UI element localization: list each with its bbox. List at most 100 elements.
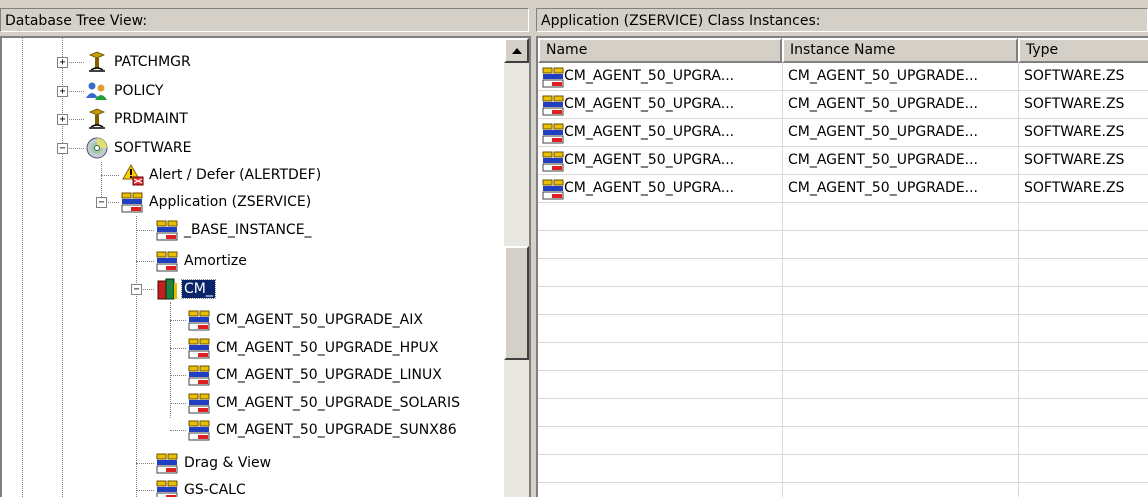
list-row[interactable]: CM_AGENT_50_UPGRA... CM_AGENT_50_UPGRADE… (538, 63, 1148, 91)
expand-prdmaint[interactable]: + (57, 114, 68, 125)
list-row[interactable]: CM_AGENT_50_UPGRA... CM_AGENT_50_UPGRADE… (538, 91, 1148, 119)
tree-node-label: Drag & View (184, 455, 272, 471)
tree-node-cm-agent-aix[interactable]: CM_AGENT_50_UPGRADE_AIX (186, 306, 425, 334)
list-row-empty (538, 203, 1148, 231)
list-row-empty (538, 427, 1148, 455)
list-row-empty (538, 343, 1148, 371)
application-instance-icon (186, 336, 212, 360)
tree-node-policy[interactable]: POLICY (84, 77, 165, 105)
cell-instance-name: CM_AGENT_50_UPGRADE... (788, 68, 978, 84)
list-row-empty (538, 315, 1148, 343)
class-instances-list[interactable]: Name Instance Name Type CM_AGENT_50_UPGR… (536, 36, 1148, 497)
expand-policy[interactable]: + (57, 86, 68, 97)
tree-node-label: Alert / Defer (ALERTDEF) (149, 167, 322, 183)
application-instance-icon (186, 418, 212, 442)
software-cd-icon (84, 136, 110, 160)
tree-node-cm-agent-linux[interactable]: CM_AGENT_50_UPGRADE_LINUX (186, 361, 444, 389)
column-header-type[interactable]: Type (1018, 38, 1148, 63)
tree-node-cm-agent-hpux[interactable]: CM_AGENT_50_UPGRADE_HPUX (186, 334, 440, 362)
list-rows: CM_AGENT_50_UPGRA... CM_AGENT_50_UPGRADE… (538, 63, 1148, 483)
list-row-empty (538, 399, 1148, 427)
application-instance-icon (186, 308, 212, 332)
list-header: Name Instance Name Type (538, 38, 1148, 63)
scroll-thumb[interactable] (504, 246, 529, 360)
application-instance-icon (540, 65, 564, 89)
list-row-empty (538, 287, 1148, 315)
tree-node-software[interactable]: SOFTWARE (84, 134, 194, 162)
cell-type: SOFTWARE.ZS (1024, 152, 1125, 168)
list-row-empty (538, 371, 1148, 399)
tree-content: + + + − − − PATCHMGR POLICY PRDMAINT SOF… (2, 38, 504, 497)
list-row-empty (538, 259, 1148, 287)
application-instance-icon (154, 249, 180, 273)
tree-node-label: PATCHMGR (114, 54, 191, 70)
tree-node-label: _BASE_INSTANCE_ (184, 222, 312, 238)
application-instance-icon (540, 121, 564, 145)
tree-node-cm-agent-sunx86[interactable]: CM_AGENT_50_UPGRADE_SUNX86 (186, 416, 459, 444)
cell-type: SOFTWARE.ZS (1024, 180, 1125, 196)
tree-node-label: Amortize (184, 253, 247, 269)
tree-node-drag-and-view[interactable]: Drag & View (154, 449, 273, 477)
tree-node-application-zservice[interactable]: Application (ZSERVICE) (119, 188, 313, 216)
tree-node-label: POLICY (114, 83, 164, 99)
expand-patchmgr[interactable]: + (57, 57, 68, 68)
tree-node-label: Application (ZSERVICE) (149, 194, 312, 210)
list-row[interactable]: CM_AGENT_50_UPGRA... CM_AGENT_50_UPGRADE… (538, 175, 1148, 203)
cell-type: SOFTWARE.ZS (1024, 96, 1125, 112)
cell-name: CM_AGENT_50_UPGRA... (564, 96, 735, 112)
tree-node-label: SOFTWARE (114, 140, 192, 156)
tree-node-prdmaint[interactable]: PRDMAINT (84, 105, 190, 133)
collapse-application[interactable]: − (96, 197, 107, 208)
cell-name: CM_AGENT_50_UPGRA... (564, 68, 735, 84)
tree-vertical-scrollbar[interactable] (504, 38, 529, 497)
collapse-cm[interactable]: − (131, 284, 142, 295)
tree-node-label: CM_AGENT_50_UPGRADE_SOLARIS (216, 395, 460, 411)
tree-node-label: CM_AGENT_50_UPGRADE_AIX (216, 312, 423, 328)
collapse-software[interactable]: − (57, 143, 68, 154)
class-instances-title: Application (ZSERVICE) Class Instances: (536, 8, 1148, 32)
tree-node-amortize[interactable]: Amortize (154, 247, 249, 275)
list-row-empty (538, 455, 1148, 483)
application-instance-icon (154, 451, 180, 475)
cell-name: CM_AGENT_50_UPGRA... (564, 180, 735, 196)
tree-node-cm[interactable]: CM_ (154, 275, 216, 303)
database-tree-view[interactable]: + + + − − − PATCHMGR POLICY PRDMAINT SOF… (0, 36, 531, 497)
tree-node-cm-agent-solaris[interactable]: CM_AGENT_50_UPGRADE_SOLARIS (186, 389, 462, 417)
cell-instance-name: CM_AGENT_50_UPGRADE... (788, 124, 978, 140)
tree-node-label: CM_AGENT_50_UPGRADE_SUNX86 (216, 422, 457, 438)
scroll-up-button[interactable] (504, 38, 529, 63)
cell-name: CM_AGENT_50_UPGRA... (564, 152, 735, 168)
tree-node-patchmgr[interactable]: PATCHMGR (84, 48, 193, 76)
application-instance-icon (186, 363, 212, 387)
domain-icon (84, 107, 110, 131)
tree-node-label: GS-CALC (184, 482, 246, 497)
application-instance-icon (540, 93, 564, 117)
list-row-empty (538, 231, 1148, 259)
column-header-name[interactable]: Name (538, 38, 782, 63)
up-arrow-icon (511, 47, 522, 54)
cell-instance-name: CM_AGENT_50_UPGRADE... (788, 152, 978, 168)
cell-type: SOFTWARE.ZS (1024, 124, 1125, 140)
application-instance-icon (540, 177, 564, 201)
application-instance-icon (154, 218, 180, 242)
cell-instance-name: CM_AGENT_50_UPGRADE... (788, 180, 978, 196)
domain-icon (84, 50, 110, 74)
tree-node-gs-calc[interactable]: GS-CALC (154, 476, 248, 497)
tree-node-label: CM_AGENT_50_UPGRADE_HPUX (216, 340, 439, 356)
application-instance-icon (154, 478, 180, 497)
cell-instance-name: CM_AGENT_50_UPGRADE... (788, 96, 978, 112)
column-header-instance-name[interactable]: Instance Name (782, 38, 1018, 63)
tree-node-label: PRDMAINT (114, 111, 188, 127)
cell-type: SOFTWARE.ZS (1024, 68, 1125, 84)
application-instance-icon (186, 391, 212, 415)
list-row[interactable]: CM_AGENT_50_UPGRA... CM_AGENT_50_UPGRADE… (538, 119, 1148, 147)
application-instance-icon (540, 149, 564, 173)
list-row[interactable]: CM_AGENT_50_UPGRA... CM_AGENT_50_UPGRADE… (538, 147, 1148, 175)
tree-node-label: CM_AGENT_50_UPGRADE_LINUX (216, 367, 442, 383)
tree-node-alertdef[interactable]: Alert / Defer (ALERTDEF) (119, 161, 323, 189)
application-class-icon (119, 190, 145, 214)
book-folder-icon (154, 277, 180, 301)
tree-node-base-instance[interactable]: _BASE_INSTANCE_ (154, 216, 314, 244)
policy-users-icon (84, 79, 110, 103)
cell-name: CM_AGENT_50_UPGRA... (564, 124, 735, 140)
